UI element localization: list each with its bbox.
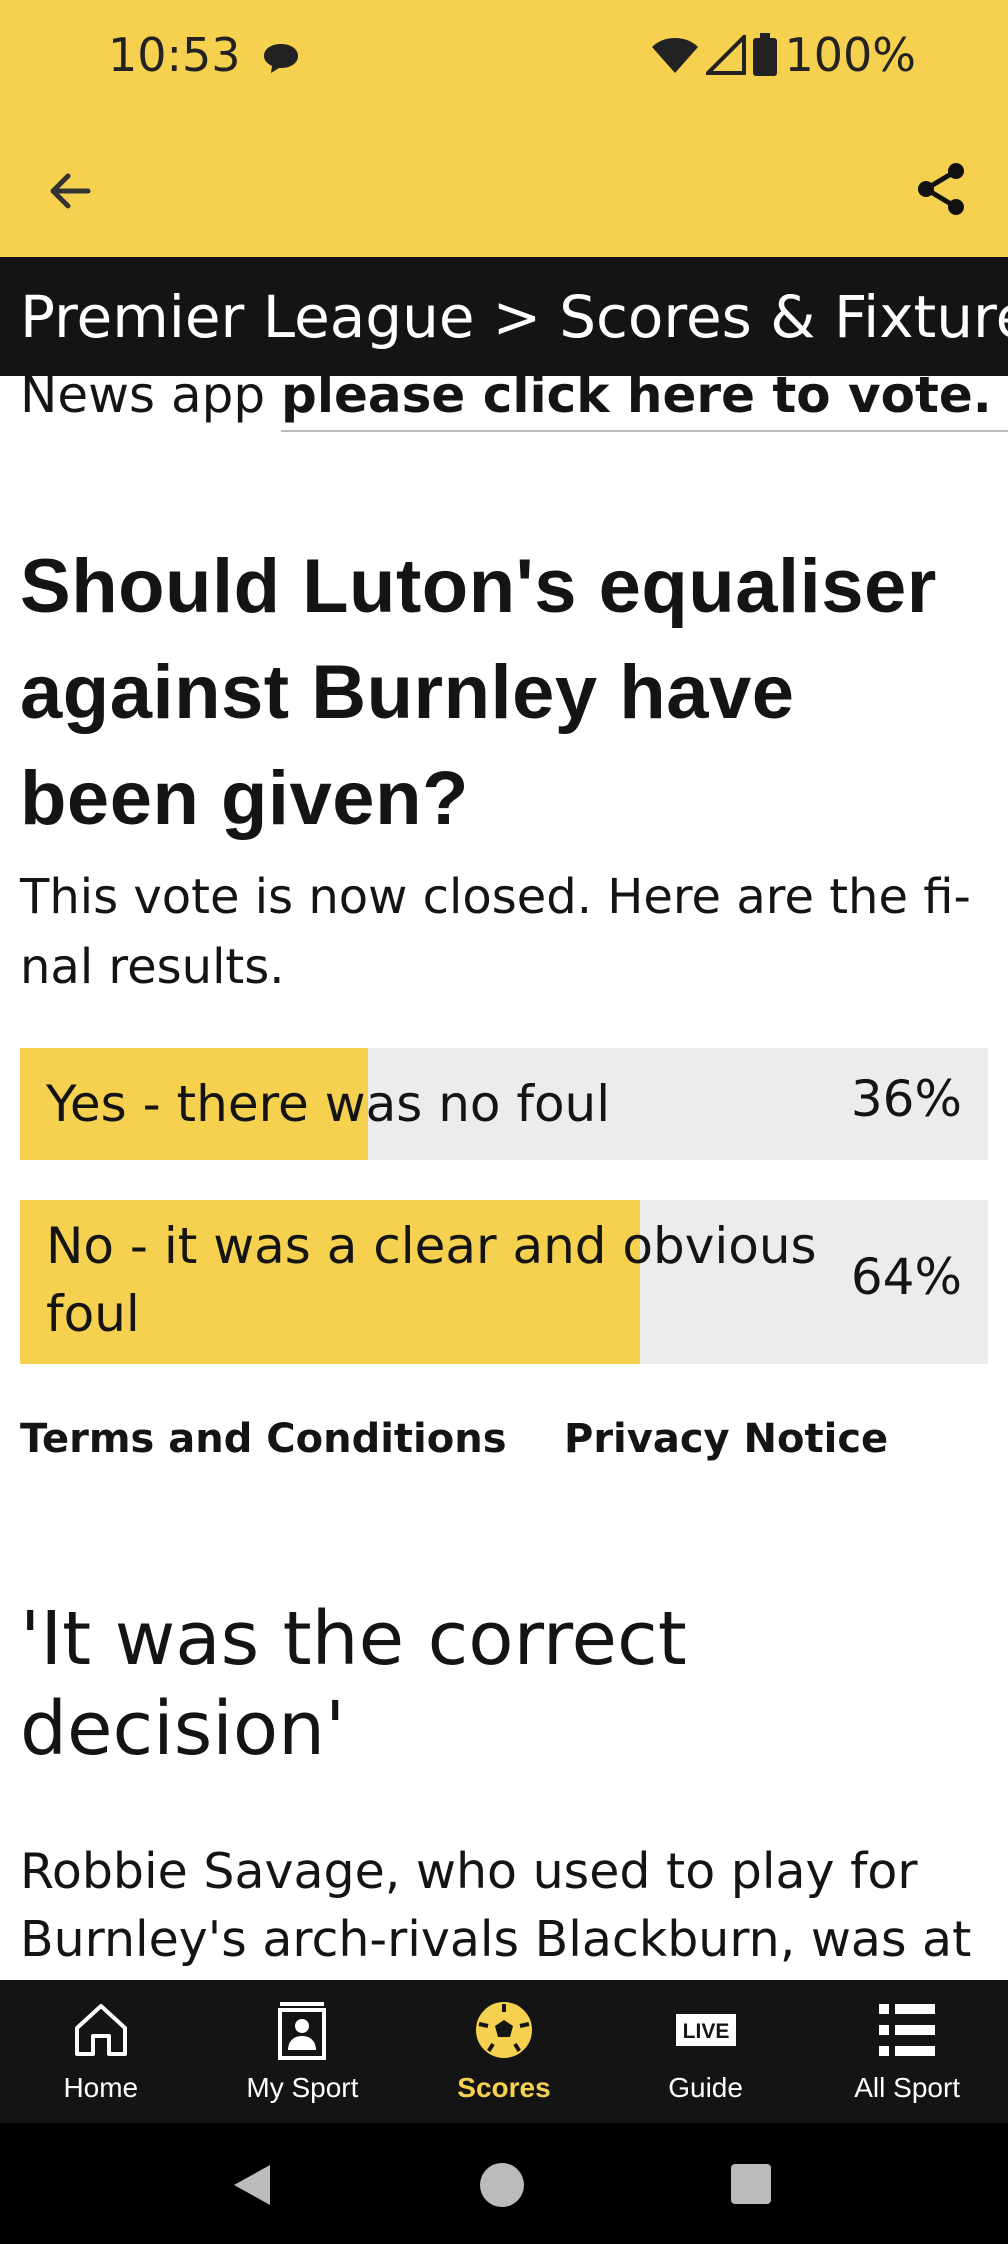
privacy-link[interactable]: Privacy Notice — [564, 1416, 888, 1462]
tab-label: Home — [63, 2072, 139, 2103]
breadcrumb-league[interactable]: Premier League — [20, 283, 475, 351]
live-badge-text: LIVE — [682, 2020, 729, 2043]
arrow-left-icon[interactable] — [40, 161, 100, 221]
person-card-icon — [278, 2002, 327, 2060]
status-time: 10:53 — [108, 28, 241, 82]
poll-title: Should Luton's equaliser against Burnley… — [20, 544, 937, 841]
status-bar: 10:53 100% — [0, 0, 1008, 115]
wifi-icon — [652, 38, 699, 73]
bottom-tab-bar: Home My Sport Scores LIVE Guide All Spor… — [0, 1980, 1008, 2123]
poll-option-label: No - it was a clear and obvious foul — [46, 1217, 817, 1343]
body-paragraph: Robbie Savage, who used to play for Burn… — [20, 1843, 972, 1968]
tab-label: All Sport — [854, 2072, 961, 2103]
share-icon[interactable] — [912, 159, 972, 219]
poll-option-yes: Yes - there was no foul 36% — [20, 1048, 988, 1160]
status-icons: 100% — [650, 28, 916, 82]
app-bar — [0, 115, 1008, 257]
poll-subtitle: This vote is now closed. Here are the fi… — [20, 869, 971, 995]
tab-all-sport[interactable]: All Sport — [806, 1980, 1008, 2123]
home-icon — [74, 2004, 127, 2056]
tab-label: Scores — [457, 2072, 551, 2103]
list-icon — [879, 2004, 936, 2056]
tab-guide[interactable]: LIVE Guide — [605, 1980, 807, 2123]
nav-back-icon[interactable] — [230, 2161, 274, 2209]
nav-recent-icon[interactable] — [730, 2163, 772, 2205]
live-icon: LIVE — [675, 2014, 736, 2046]
signal-icon — [706, 35, 747, 75]
chat-bubble-icon — [264, 44, 298, 73]
poll-option-percent: 36% — [850, 1070, 962, 1128]
vote-prompt-prefix: News app — [20, 376, 266, 424]
nav-home-icon[interactable] — [478, 2161, 526, 2209]
section-heading: 'It was the correct decision' — [20, 1596, 687, 1772]
tab-my-sport[interactable]: My Sport — [202, 1980, 404, 2123]
breadcrumb-section[interactable]: Scores & Fixtures — [559, 283, 1008, 351]
vote-prompt: News app please click here to vote. — [20, 376, 1008, 432]
poll-option-label: Yes - there was no foul — [46, 1075, 611, 1133]
breadcrumb-separator: > — [492, 282, 542, 351]
football-icon — [475, 2002, 532, 2058]
system-nav-bar — [0, 2123, 1008, 2244]
tab-label: My Sport — [246, 2072, 359, 2103]
battery-percent: 100% — [784, 28, 916, 82]
poll-option-no: No - it was a clear and obvious foul 64% — [20, 1200, 988, 1364]
vote-link[interactable]: please click here to vote. — [281, 376, 1008, 432]
tab-label: Guide — [668, 2072, 743, 2103]
poll-option-percent: 64% — [850, 1248, 962, 1306]
battery-icon — [753, 33, 778, 76]
vote-link-text: please click here to vote. — [281, 376, 992, 424]
tab-scores[interactable]: Scores — [403, 1980, 605, 2123]
breadcrumb: Premier League > Scores & Fixtures — [0, 257, 1008, 376]
article-content: News app please click here to vote. Shou… — [0, 376, 1008, 1980]
terms-link[interactable]: Terms and Conditions — [20, 1416, 507, 1462]
tab-home[interactable]: Home — [0, 1980, 202, 2123]
